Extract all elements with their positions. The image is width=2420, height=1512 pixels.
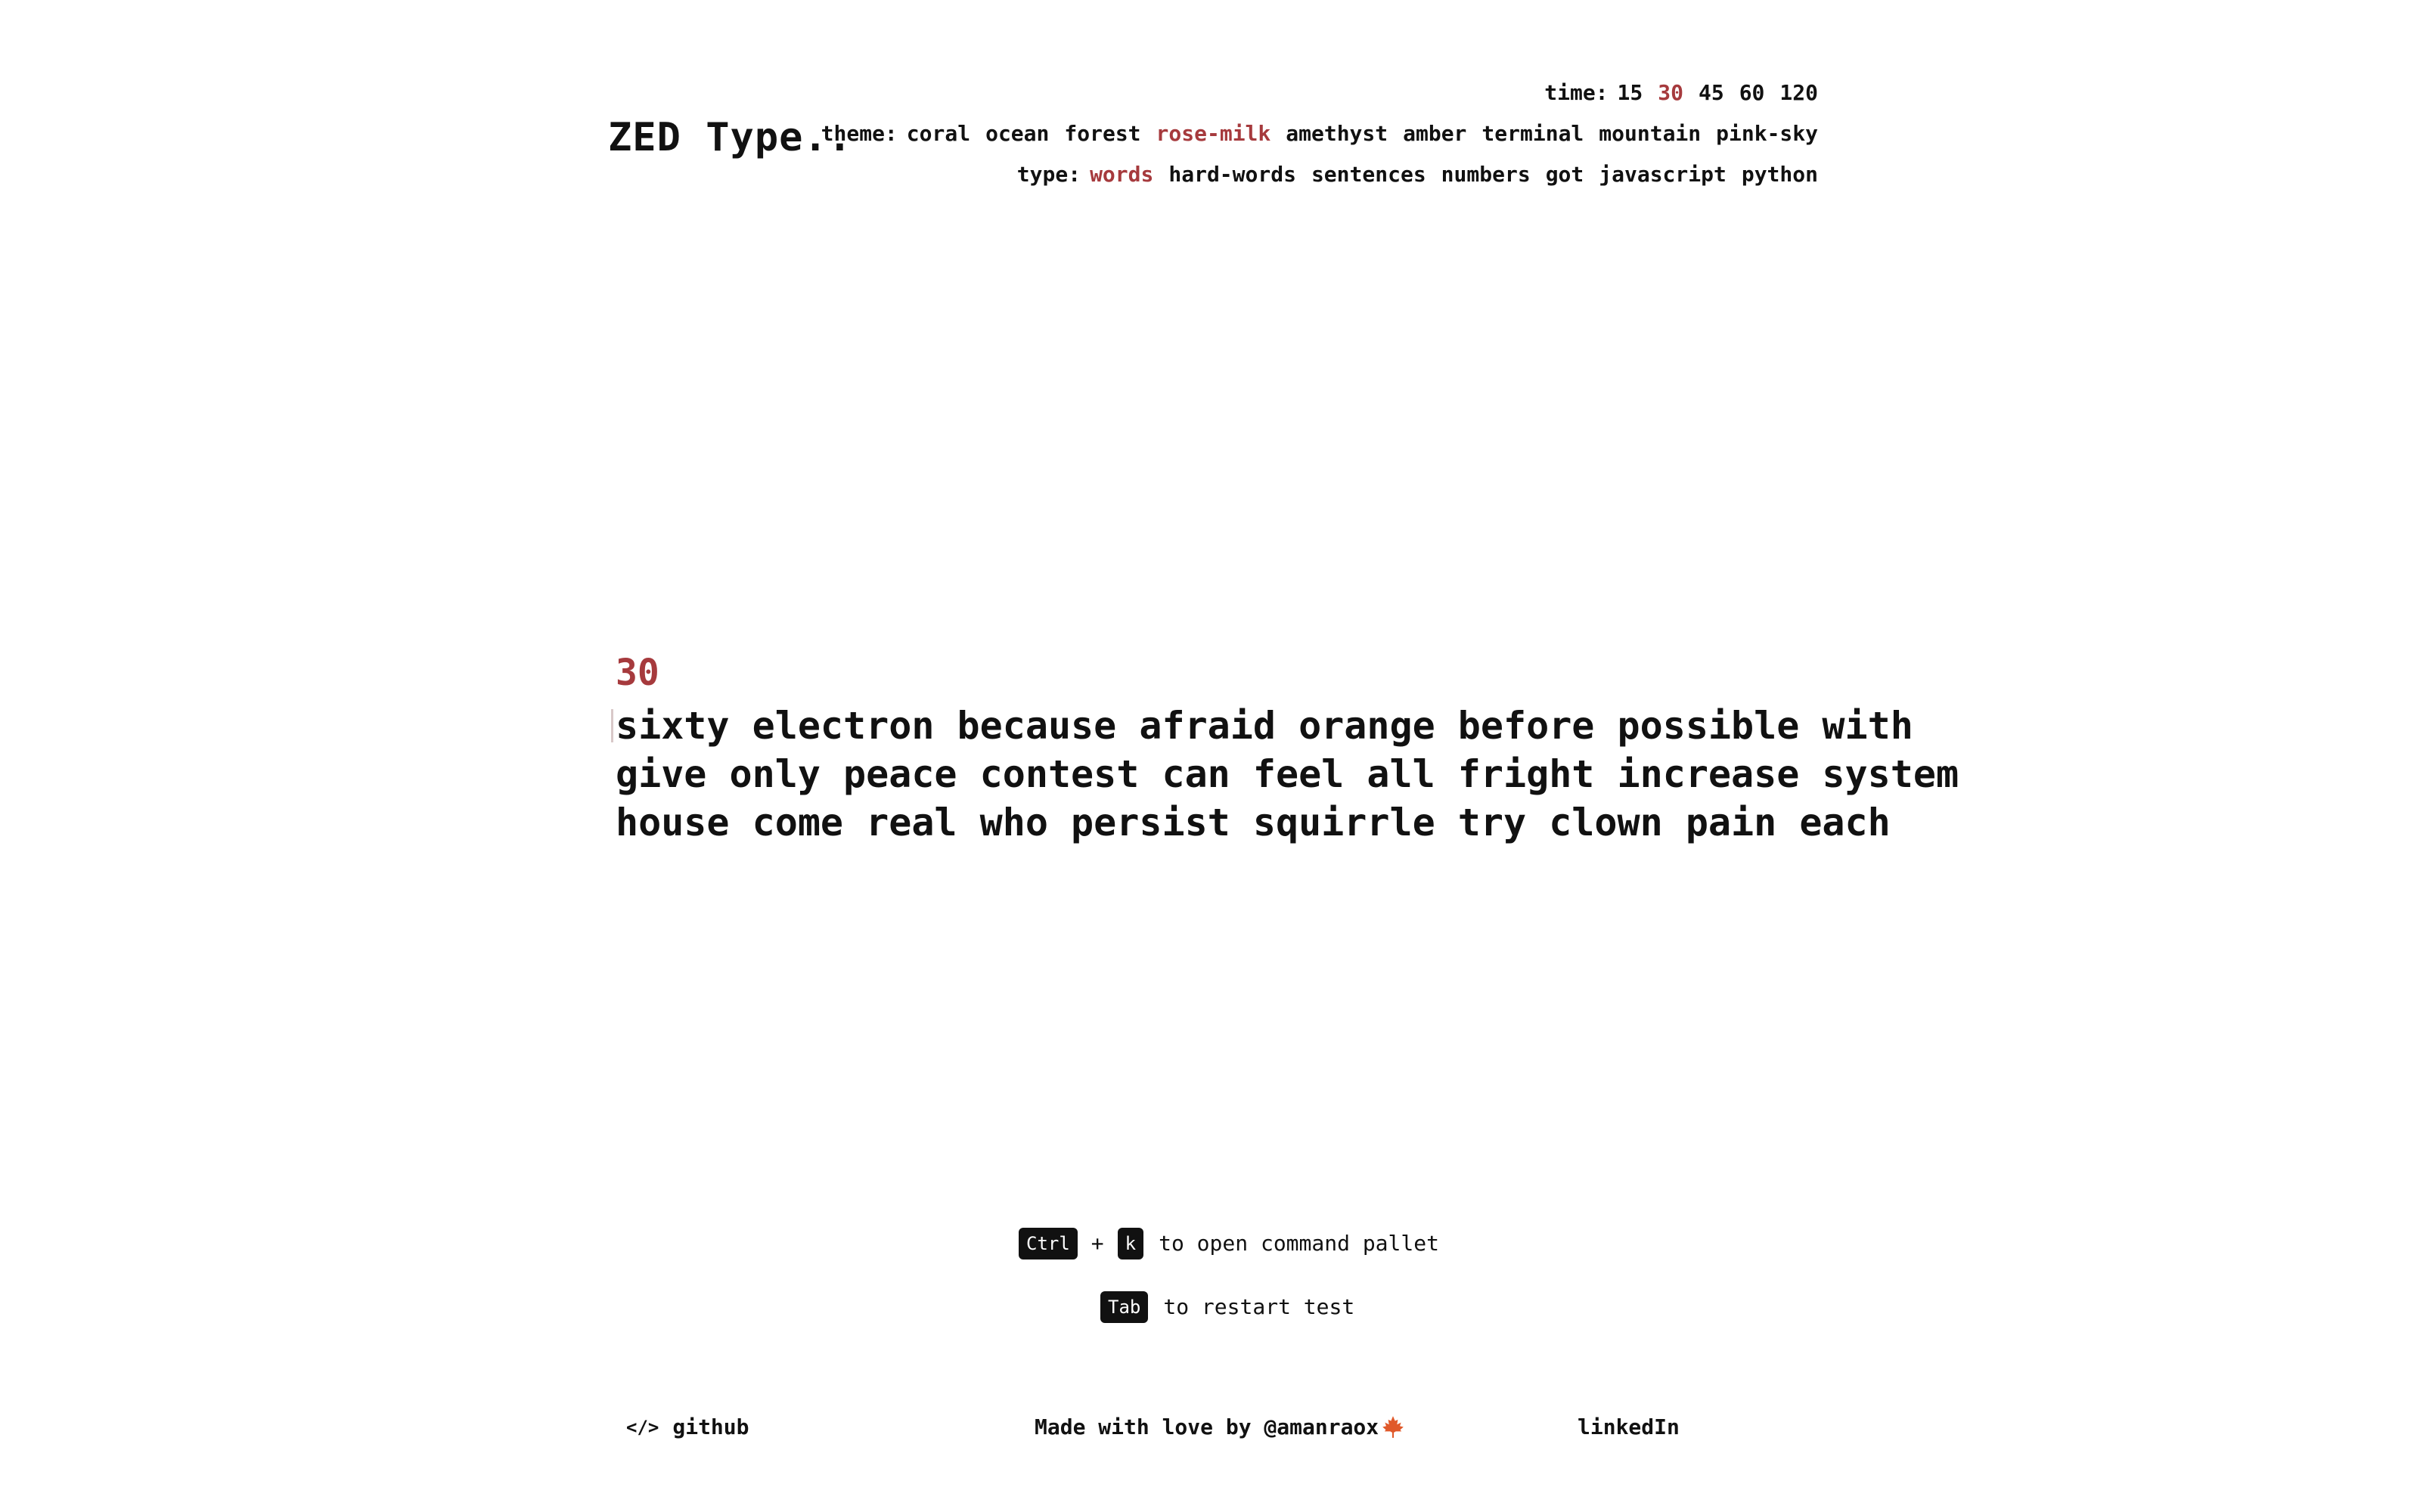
page: ZED Type.. time: 15 30 45 60 120 theme: cora… [0,0,2420,1512]
type-option-numbers[interactable]: numbers [1441,160,1531,189]
theme-option-coral[interactable]: coral [907,119,970,148]
tab-key: Tab [1100,1291,1149,1323]
type-option-hard-words[interactable]: hard-words [1168,160,1296,189]
type-option-got[interactable]: got [1546,160,1584,189]
theme-option-ocean[interactable]: ocean [985,119,1049,148]
app-logo[interactable]: ZED Type.. [608,113,852,162]
theme-option-pink-sky[interactable]: pink-sky [1716,119,1818,148]
ctrl-key: Ctrl [1019,1228,1078,1259]
made-with-love: Made with love by @amanraox [1035,1412,1406,1442]
theme-option-amber[interactable]: amber [1403,119,1466,148]
words-line-text: sixty electron because afraid orange bef… [616,704,1913,748]
theme-option-rose-milk[interactable]: rose-milk [1156,119,1271,148]
typing-caret [611,709,613,742]
restart-hint: Tab to restart test [1100,1291,1354,1323]
github-link[interactable]: </> github [626,1412,749,1442]
restart-text: to restart test [1163,1294,1355,1319]
words-display[interactable]: sixty electron because afraid orange bef… [611,702,1959,847]
time-option-120[interactable]: 120 [1779,79,1818,107]
k-key: k [1117,1228,1144,1259]
maple-leaf-icon [1382,1416,1404,1438]
time-option-15[interactable]: 15 [1618,79,1643,107]
theme-option-forest[interactable]: forest [1064,119,1140,148]
theme-label: theme: [821,121,898,146]
type-option-python[interactable]: python [1742,160,1818,189]
theme-options: theme: coral ocean forest rose-milk amethyst… [821,119,1818,148]
theme-option-terminal[interactable]: terminal [1481,119,1584,148]
time-option-30[interactable]: 30 [1658,79,1683,107]
command-pallet-text: to open command pallet [1159,1231,1439,1256]
time-option-60[interactable]: 60 [1739,79,1765,107]
type-option-sentences[interactable]: sentences [1311,160,1426,189]
theme-option-amethyst[interactable]: amethyst [1286,119,1388,148]
type-options: type: words hard-words sentences numbers got… [1017,160,1818,189]
options-panel: time: 15 30 45 60 120 theme: coral ocean fores… [821,79,1818,189]
command-pallet-hint: Ctrl + k to open command pallet [1019,1228,1439,1259]
countdown-timer: 30 [616,652,659,694]
time-options: time: 15 30 45 60 120 [1544,79,1818,107]
words-line: sixty electron because afraid orange bef… [611,702,1913,750]
words-line: house come real who persist squirrle try… [616,801,1891,844]
made-with-text: Made with love by @amanraox [1035,1414,1379,1439]
type-label: type: [1016,162,1081,187]
type-option-words[interactable]: words [1090,160,1153,189]
time-option-45[interactable]: 45 [1699,79,1724,107]
type-option-javascript[interactable]: javascript [1599,160,1727,189]
plus-sign: + [1091,1231,1104,1256]
linkedin-link[interactable]: linkedIn [1578,1412,1680,1442]
words-line: give only peace contest can feel all fri… [616,752,1959,796]
time-label: time: [1544,80,1609,105]
theme-option-mountain[interactable]: mountain [1599,119,1701,148]
code-icon: </> [626,1417,659,1438]
github-label: github [672,1414,749,1439]
